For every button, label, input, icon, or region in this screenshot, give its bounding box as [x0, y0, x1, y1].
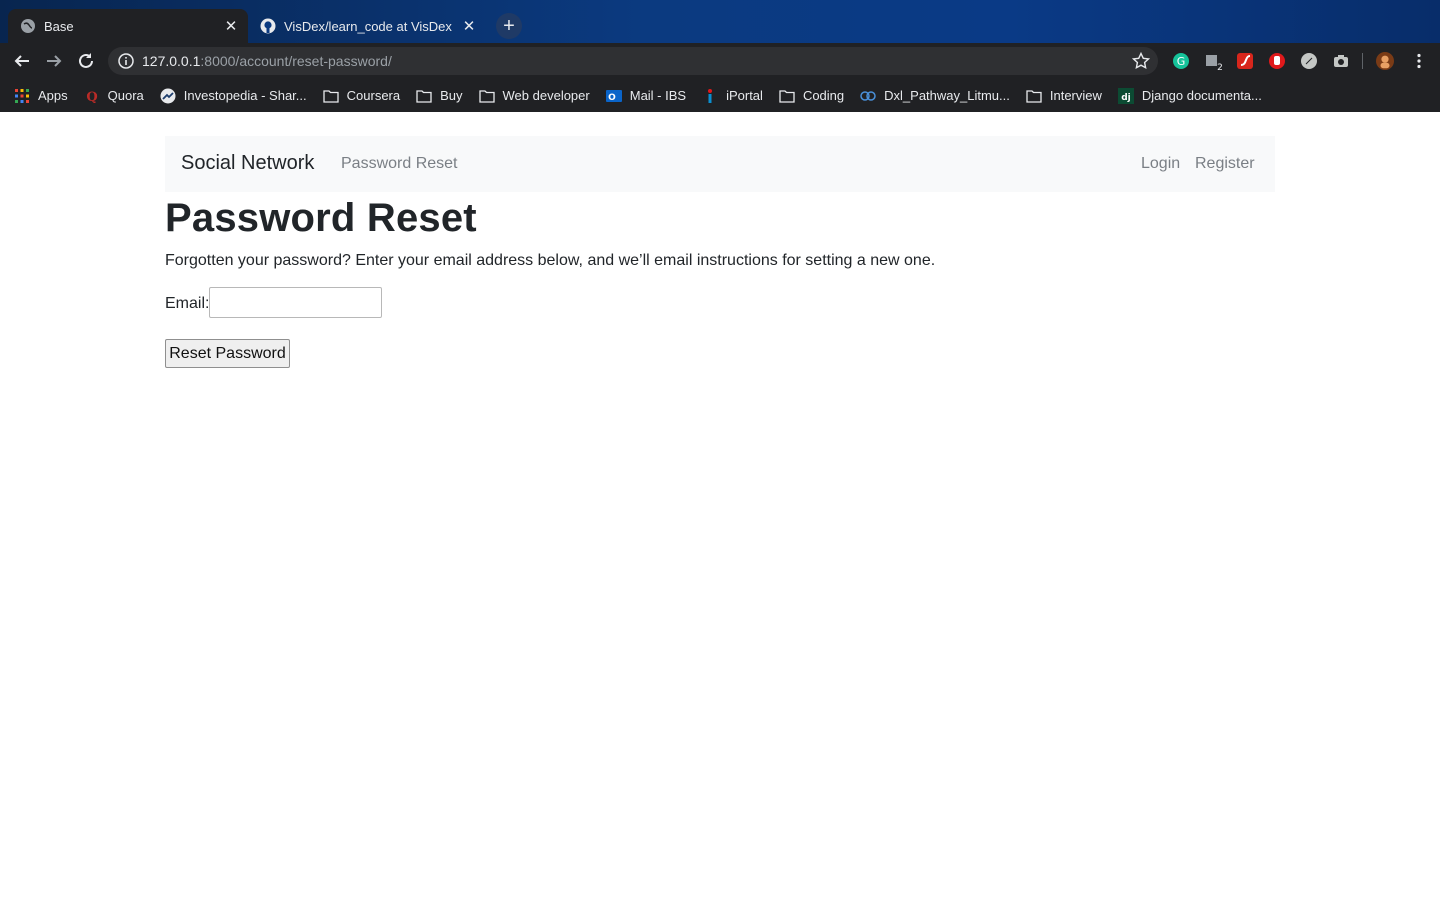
reset-password-button[interactable]: Reset Password — [165, 339, 290, 368]
django-icon: dj — [1117, 87, 1134, 104]
close-tab-icon[interactable]: ✕ — [222, 17, 240, 35]
more-menu-icon[interactable] — [1410, 52, 1428, 70]
flash-icon[interactable] — [1236, 52, 1254, 70]
bookmark-label: iPortal — [726, 88, 763, 103]
bookmark-django-docs[interactable]: dj Django documenta... — [1117, 87, 1262, 104]
bookmark-iportal[interactable]: iPortal — [702, 88, 763, 104]
bookmark-label: Coursera — [346, 88, 401, 103]
close-tab-icon[interactable]: ✕ — [460, 17, 478, 35]
bookmark-folder-coding[interactable]: Coding — [779, 88, 844, 104]
github-icon — [260, 18, 276, 34]
outlook-icon: O — [605, 88, 622, 104]
toolbar-divider — [1362, 53, 1363, 69]
back-arrow-icon — [14, 55, 29, 67]
nav-link-register[interactable]: Register — [1195, 155, 1255, 173]
extension-badge-icon[interactable]: 2 — [1204, 52, 1222, 70]
iportal-icon — [702, 88, 718, 104]
bookmark-label: Coding — [802, 88, 845, 103]
browser-toolbar: 127.0.0.1:8000/account/reset-password/ G… — [0, 43, 1440, 79]
tab-title: VisDex/learn_code at VisDex — [284, 18, 452, 34]
page-title: Password Reset — [165, 196, 477, 240]
info-icon[interactable] — [118, 53, 134, 69]
forward-button[interactable] — [42, 49, 66, 73]
investopedia-icon — [160, 88, 176, 104]
bookmark-label: Interview — [1049, 88, 1102, 103]
bookmark-label: Django documenta... — [1141, 88, 1262, 103]
profile-avatar[interactable] — [1376, 52, 1394, 70]
bookmark-folder-interview[interactable]: Interview — [1026, 88, 1102, 104]
svg-text:Q: Q — [86, 90, 97, 103]
reload-icon — [79, 53, 93, 68]
folder-icon — [1026, 88, 1042, 104]
camera-icon[interactable] — [1332, 52, 1350, 70]
bookmarks-bar: Apps Q Quora Investopedia - Shar... Cour… — [0, 79, 1440, 112]
tab-title: Base — [44, 18, 74, 34]
site-navbar: Social Network Password Reset Login Regi… — [165, 136, 1275, 192]
svg-text:2: 2 — [1217, 63, 1222, 70]
nav-link-password-reset[interactable]: Password Reset — [341, 155, 458, 173]
bookmark-label: Buy — [440, 88, 463, 103]
bookmark-folder-web-developer[interactable]: Web developer — [478, 88, 590, 104]
folder-icon — [779, 88, 795, 104]
bookmark-apps[interactable]: Apps — [14, 88, 68, 104]
quora-icon: Q — [84, 88, 100, 104]
litmus-icon — [860, 88, 876, 104]
grammarly-icon[interactable]: G — [1172, 52, 1190, 70]
nav-link-login[interactable]: Login — [1141, 155, 1180, 173]
reload-button[interactable] — [74, 49, 98, 73]
globe-icon — [20, 18, 36, 34]
url-host: 127.0.0.1 — [142, 53, 201, 69]
bookmark-label: Investopedia - Shar... — [183, 88, 307, 103]
compass-icon[interactable] — [1300, 52, 1318, 70]
intro-text: Forgotten your password? Enter your emai… — [165, 252, 936, 269]
svg-text:O: O — [608, 93, 616, 103]
bookmark-folder-buy[interactable]: Buy — [416, 88, 463, 104]
bookmark-dxl-pathway[interactable]: Dxl_Pathway_Litmu... — [860, 88, 1010, 104]
url-path: :8000/account/reset-password/ — [200, 53, 392, 69]
svg-text:dj: dj — [1121, 93, 1131, 103]
bookmark-label: Mail - IBS — [629, 88, 687, 103]
tab-base[interactable]: Base ✕ — [8, 9, 248, 43]
bookmark-label: Dxl_Pathway_Litmu... — [884, 88, 1010, 103]
apps-grid-icon — [14, 88, 30, 104]
email-label: Email: — [165, 295, 210, 312]
address-bar[interactable]: 127.0.0.1:8000/account/reset-password/ — [108, 47, 1158, 75]
new-tab-button[interactable]: + — [496, 13, 522, 39]
tab-strip: Base ✕ VisDex/learn_code at VisDex ✕ + — [0, 0, 1440, 43]
page-viewport: Social Network Password Reset Login Regi… — [0, 112, 1440, 900]
tab-github[interactable]: VisDex/learn_code at VisDex ✕ — [248, 9, 486, 43]
svg-text:G: G — [1177, 55, 1186, 68]
folder-icon — [322, 88, 339, 104]
navbar-brand[interactable]: Social Network — [181, 152, 314, 175]
stop-hand-icon[interactable] — [1268, 52, 1286, 70]
forward-arrow-icon — [47, 55, 62, 67]
bookmark-mail-ibs[interactable]: O Mail - IBS — [605, 88, 687, 104]
back-button[interactable] — [10, 49, 34, 73]
bookmark-quora[interactable]: Q Quora — [84, 88, 144, 104]
email-field[interactable] — [209, 287, 382, 318]
folder-icon — [478, 88, 495, 104]
bookmark-label: Web developer — [502, 88, 590, 103]
folder-icon — [416, 88, 432, 104]
bookmark-label: Quora — [107, 88, 144, 103]
bookmark-folder-coursera[interactable]: Coursera — [322, 88, 401, 104]
bookmark-label: Apps — [38, 88, 68, 103]
bookmark-star-icon[interactable] — [1132, 52, 1150, 70]
bookmark-investopedia[interactable]: Investopedia - Shar... — [160, 88, 307, 104]
